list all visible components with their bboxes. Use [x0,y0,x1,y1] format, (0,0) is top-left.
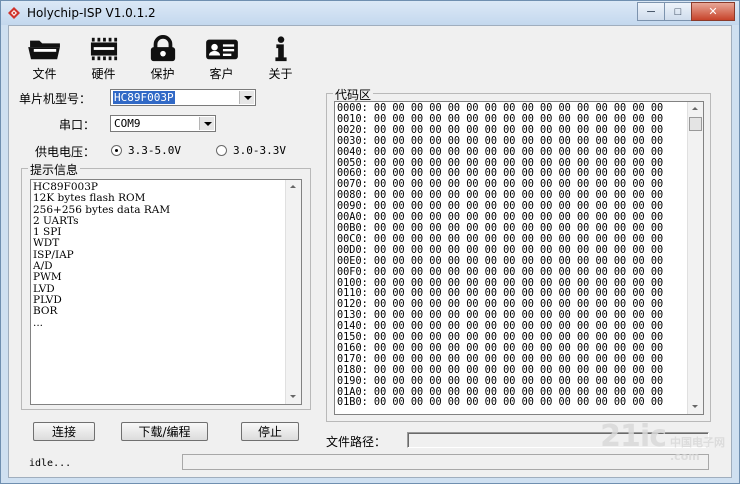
info-icon [274,36,287,62]
toolbar-customer-label: 客户 [209,67,234,81]
scroll-up-icon[interactable] [286,180,301,194]
chevron-down-icon[interactable] [199,117,214,130]
app-window: Holychip-ISP V1.0.1.2 ─ □ ✕ 文件 硬件 保护 客户 … [0,0,740,484]
download-program-button[interactable]: 下载/编程 [121,422,208,441]
watermark-main: 21ic [600,419,667,454]
scroll-down-icon[interactable] [688,400,703,414]
code-row: 0040: 00 00 00 00 00 00 00 00 00 00 00 0… [337,146,664,158]
scroll-thumb[interactable] [689,117,702,131]
id-card-icon [205,39,238,60]
voltage-label: 供电电压： [35,145,96,159]
toolbar-file-label: 文件 [32,67,57,81]
chip-icon [90,37,117,61]
toolbar-protect-button[interactable]: 保护 [133,32,192,82]
info-line: ... [33,316,44,329]
code-scrollbar[interactable] [687,102,703,414]
voltage-option-2-label: 3.0-3.3V [233,144,286,157]
minimize-button[interactable]: ─ [637,2,665,21]
toolbar-hardware-button[interactable]: 硬件 [74,32,133,82]
code-hex-dump: 0000: 00 00 00 00 00 00 00 00 00 00 00 0… [337,103,664,409]
info-line: PWM [33,271,62,284]
folder-icon [27,40,60,60]
toolbar-about-label: 关于 [268,67,293,81]
serial-port-value: COM9 [114,117,141,130]
close-button[interactable]: ✕ [691,2,735,21]
chip-model-label: 单片机型号： [19,92,92,106]
toolbar: 文件 硬件 保护 客户 关于 [15,32,310,82]
voltage-option-1[interactable]: 3.3-5.0V [111,144,181,157]
status-text: idle... [29,458,72,469]
code-row: 01B0: 00 00 00 00 00 00 00 00 00 00 00 0… [337,397,664,409]
watermark-sub-top: 中国电子网 [670,436,725,449]
window-controls: ─ □ ✕ [637,2,735,21]
info-listbox[interactable]: HC89F003P 12K bytes flash ROM 256+256 byte… [30,179,302,405]
toolbar-file-button[interactable]: 文件 [15,32,74,82]
voltage-radio-1[interactable] [111,145,122,156]
voltage-option-1-label: 3.3-5.0V [128,144,181,157]
voltage-option-2[interactable]: 3.0-3.3V [216,144,286,157]
window-title: Holychip-ISP V1.0.1.2 [27,6,156,20]
file-path-label: 文件路径： [326,435,387,449]
watermark-sub: 中国电子网 .com [670,434,725,463]
info-scrollbar[interactable] [285,180,301,404]
chevron-down-icon[interactable] [239,91,254,104]
code-listbox[interactable]: 0000: 00 00 00 00 00 00 00 00 00 00 00 0… [334,101,704,415]
code-row: 00E0: 00 00 00 00 00 00 00 00 00 00 00 0… [337,255,664,267]
code-group: 代码区 0000: 00 00 00 00 00 00 00 00 00 00 … [326,86,711,422]
info-line: ISP/IAP [33,248,74,261]
chip-model-value: HC89F003P [113,91,175,104]
scroll-up-icon[interactable] [688,102,703,116]
serial-port-select[interactable]: COM9 [110,115,216,132]
lock-icon [150,35,175,62]
toolbar-protect-label: 保护 [150,67,175,81]
main-panel: 文件 硬件 保护 客户 关于 单片机型号： HC89F003P 串口： COM9… [8,25,732,478]
code-row: 0030: 00 00 00 00 00 00 00 00 00 00 00 0… [337,135,664,147]
toolbar-hardware-label: 硬件 [91,67,116,81]
code-row: 0190: 00 00 00 00 00 00 00 00 00 00 00 0… [337,375,664,387]
info-group: 提示信息 HC89F003P 12K bytes flash ROM 256+256… [21,161,311,410]
info-group-title: 提示信息 [28,161,81,178]
voltage-radio-2[interactable] [216,145,227,156]
chip-model-select[interactable]: HC89F003P [110,89,256,106]
title-bar[interactable]: Holychip-ISP V1.0.1.2 ─ □ ✕ [1,1,739,25]
stop-button[interactable]: 停止 [241,422,299,441]
toolbar-about-button[interactable]: 关于 [251,32,310,82]
watermark-logo: 21ic 中国电子网 .com [600,419,725,463]
info-line: 12K bytes flash ROM [33,192,146,205]
connect-button[interactable]: 连接 [33,422,95,441]
toolbar-customer-button[interactable]: 客户 [192,32,251,82]
app-logo-icon [8,7,20,19]
maximize-button[interactable]: □ [664,2,692,21]
info-line: BOR [33,305,58,318]
watermark-sub-bottom: .com [670,450,700,463]
scroll-down-icon[interactable] [286,390,301,404]
serial-port-label: 串口： [59,118,96,132]
code-row: 00F0: 00 00 00 00 00 00 00 00 00 00 00 0… [337,266,664,278]
info-text: HC89F003P 12K bytes flash ROM 256+256 byte… [33,181,170,329]
